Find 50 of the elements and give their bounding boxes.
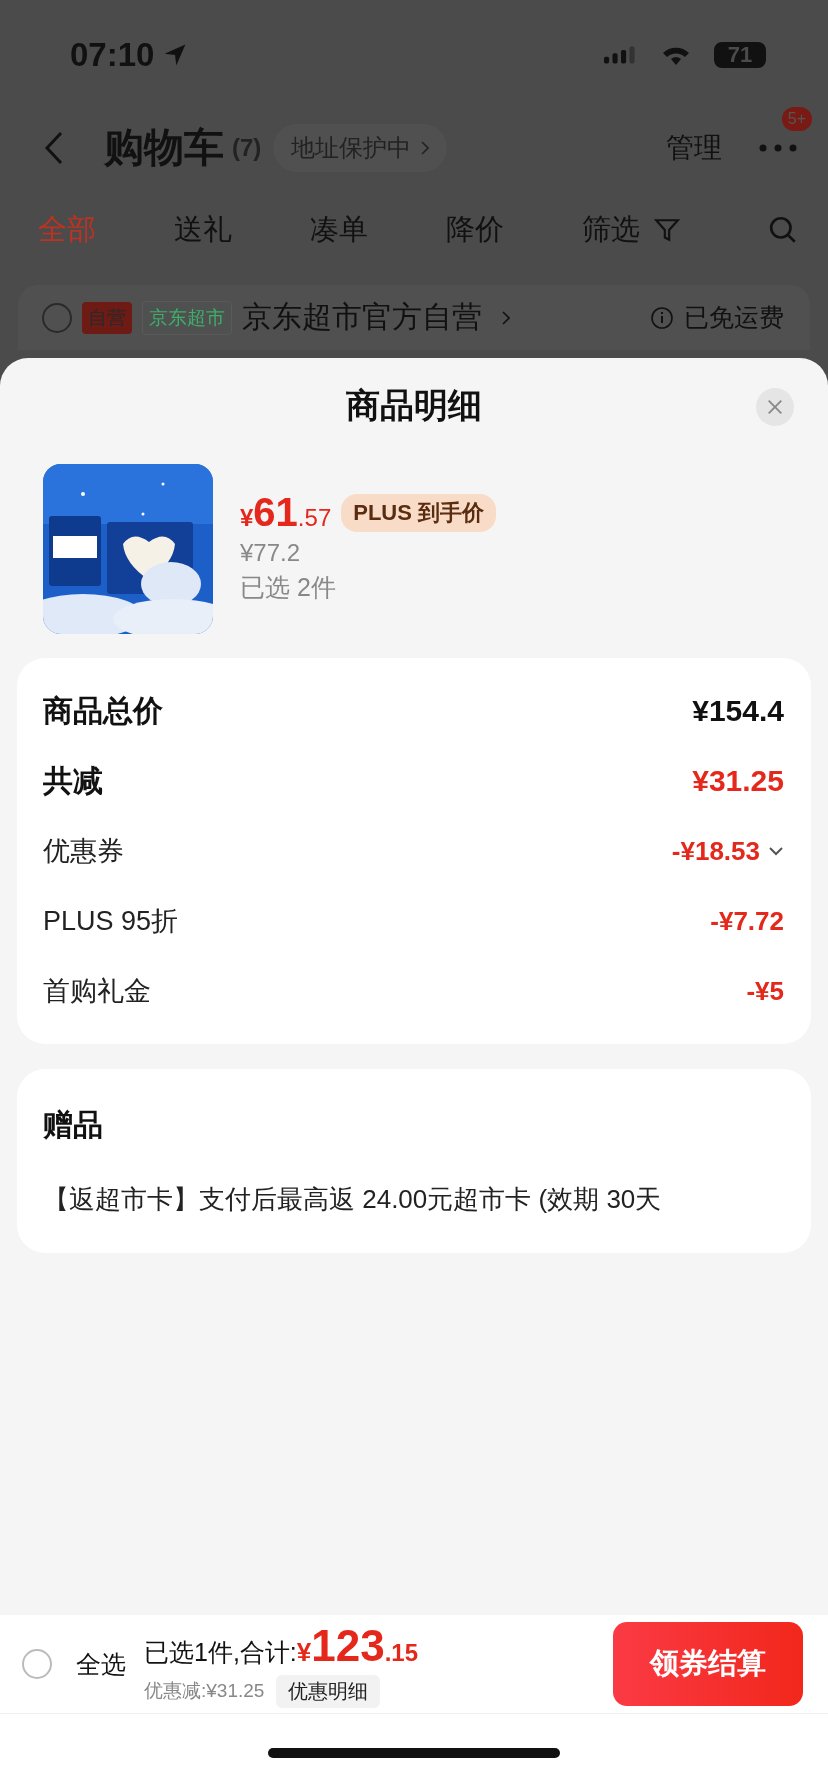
summary-label: 首购礼金 bbox=[43, 975, 151, 1008]
filter-tab[interactable]: 凑单 bbox=[310, 210, 368, 250]
signal-icon bbox=[604, 44, 638, 66]
chevron-right-icon bbox=[421, 140, 430, 155]
summary-label: 共减 bbox=[43, 762, 103, 799]
store-tag: 自营 bbox=[82, 301, 132, 334]
gift-description: 【返超市卡】支付后最高返 24.00元超市卡 (效期 30天 bbox=[43, 1183, 663, 1216]
back-icon[interactable] bbox=[44, 129, 64, 166]
battery-icon: 71 bbox=[714, 42, 766, 68]
manage-link[interactable]: 管理 bbox=[666, 128, 722, 167]
filter-tab[interactable]: 送礼 bbox=[174, 210, 232, 250]
summary-value: ¥154.4 bbox=[692, 694, 784, 728]
gift-title: 赠品 bbox=[43, 1107, 104, 1143]
sheet-title: 商品明细 bbox=[346, 385, 482, 426]
store-tag: 京东超市 bbox=[142, 300, 232, 335]
close-icon bbox=[766, 398, 784, 416]
info-icon bbox=[650, 305, 674, 330]
total-label: 已选1件,合计: bbox=[144, 1636, 297, 1668]
filter-tab[interactable]: 降价 bbox=[446, 210, 504, 250]
summary-value: -¥5 bbox=[746, 975, 784, 1007]
discount-detail-button[interactable]: 优惠明细 bbox=[276, 1674, 381, 1708]
summary-label: 优惠券 bbox=[43, 835, 124, 868]
store-checkbox[interactable] bbox=[42, 302, 72, 333]
search-icon[interactable] bbox=[768, 215, 798, 245]
store-name[interactable]: 京东超市官方自营 bbox=[242, 297, 482, 338]
summary-label: 商品总价 bbox=[43, 692, 163, 729]
shipping-note: 已免运费 bbox=[684, 302, 784, 333]
select-all-checkbox[interactable] bbox=[22, 1649, 52, 1679]
filter-icon[interactable] bbox=[654, 217, 680, 243]
select-all-label[interactable]: 全选 bbox=[76, 1647, 126, 1681]
notification-badge: 5+ bbox=[781, 106, 812, 131]
chevron-right-icon[interactable] bbox=[502, 310, 510, 325]
summary-value: -¥7.72 bbox=[710, 905, 784, 937]
chevron-down-icon[interactable] bbox=[768, 846, 784, 856]
checkout-button[interactable]: 领券结算 bbox=[613, 1622, 803, 1706]
plus-price-tag: PLUS 到手价 bbox=[341, 493, 497, 532]
original-price: ¥77.2 bbox=[240, 539, 302, 567]
filter-tab[interactable]: 全部 bbox=[38, 210, 96, 250]
close-button[interactable] bbox=[756, 388, 794, 426]
summary-value: -¥18.53 bbox=[671, 835, 760, 867]
discount-total: 优惠减:¥31.25 bbox=[144, 1679, 265, 1703]
status-time: 07:10 bbox=[70, 36, 155, 74]
product-price: ¥61.57 bbox=[240, 490, 332, 535]
summary-label: PLUS 95折 bbox=[43, 905, 179, 938]
more-icon[interactable] bbox=[758, 142, 798, 153]
filter-tab[interactable]: 筛选 bbox=[582, 210, 640, 250]
page-title: 购物车 bbox=[104, 124, 224, 171]
selected-quantity: 已选 2件 bbox=[240, 572, 337, 603]
summary-value: ¥31.25 bbox=[692, 764, 784, 798]
total-price: ¥123.15 bbox=[296, 1620, 419, 1671]
